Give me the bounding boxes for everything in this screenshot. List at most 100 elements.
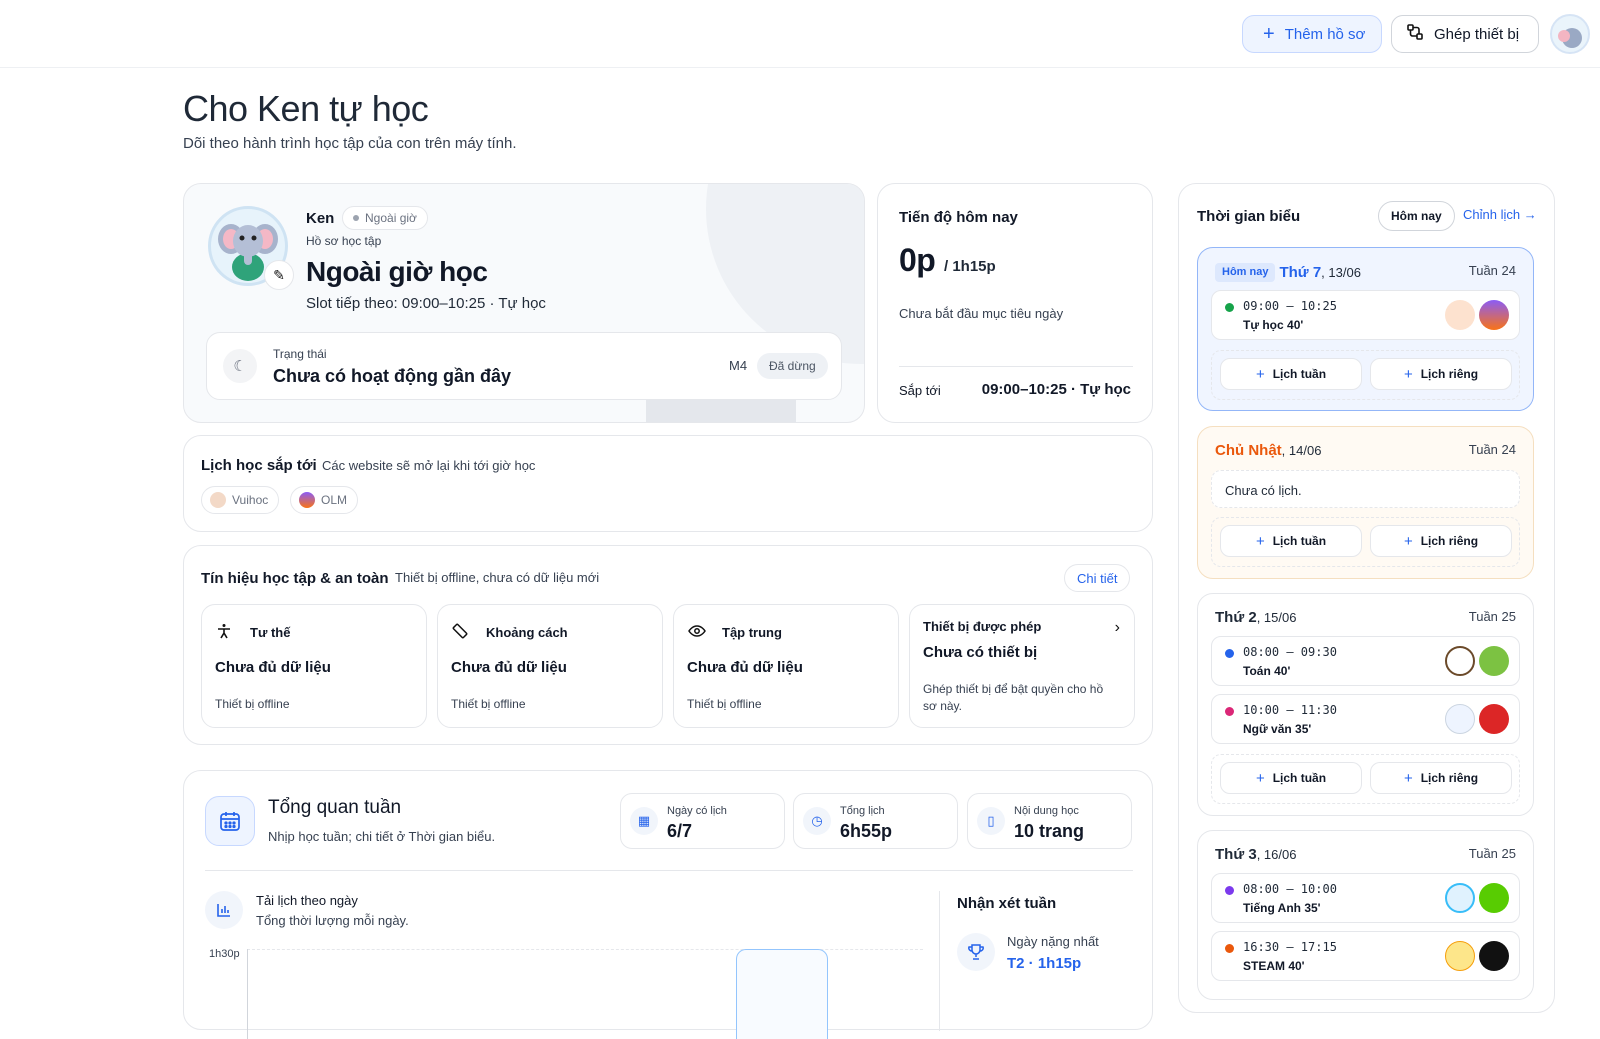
schedule-slot[interactable]: 16:30 – 17:15 STEAM 40' (1211, 931, 1520, 981)
add-week-schedule-button[interactable]: + Lịch tuần (1220, 358, 1362, 390)
ruler-icon (452, 623, 468, 643)
schedule-slot[interactable]: 09:00 – 10:25 Tự học 40' (1211, 290, 1520, 340)
heaviest-value: T2 · 1h15p (1007, 955, 1082, 972)
steam-app-logo-icon (1479, 941, 1509, 971)
device-state-badge: Đã dừng (757, 353, 828, 379)
plus-icon: + (1403, 769, 1413, 787)
moon-icon: ☾ (223, 349, 257, 383)
slot-time: 10:00 – 11:30 (1243, 703, 1337, 717)
page-subtitle: Dõi theo hành trình học tập của con trên… (183, 135, 517, 152)
status-box: ☾ Trạng thái Chưa có hoạt động gần đây M… (206, 332, 842, 400)
today-tag: Hôm nay (1215, 263, 1276, 282)
week-label: Tuần 24 (1468, 263, 1516, 278)
review-title: Nhận xét tuần (957, 895, 1057, 912)
pair-device-label: Ghép thiết bị (1434, 25, 1520, 43)
stat-label: Tổng lịch (840, 805, 885, 817)
schedule-slot[interactable]: 08:00 – 10:00 Tiếng Anh 35' (1211, 873, 1520, 923)
day-header: Thứ 2, 15/06 (1215, 609, 1296, 626)
allowed-devices-card[interactable]: Thiết bị được phép › Chưa có thiết bị Gh… (909, 604, 1135, 728)
math-site-logo-icon (1445, 646, 1475, 676)
slot-time: 08:00 – 10:00 (1243, 882, 1337, 896)
add-profile-button[interactable]: + Thêm hồ sơ (1242, 15, 1382, 53)
calendar-icon (205, 796, 255, 846)
add-week-schedule-button[interactable]: + Lịch tuần (1220, 762, 1362, 794)
day-card-today: Hôm nay Thứ 7, 13/06 Tuần 24 09:00 – 10:2… (1197, 247, 1534, 411)
profile-name: Ken (306, 210, 335, 227)
upcoming-schedule-card: Lịch học sắp tới Các website sẽ mở lại k… (183, 435, 1153, 532)
edit-avatar-icon[interactable]: ✎ (264, 260, 294, 290)
stat-label: Nội dung học (1014, 805, 1079, 817)
profile-card: ✎ Ken Ngoài giờ Hồ sơ học tập Ngoài giờ … (183, 183, 865, 423)
page-title: Cho Ken tự học (183, 88, 429, 129)
detail-button[interactable]: Chi tiết (1064, 564, 1131, 592)
slot-subject: Tiếng Anh 35' (1243, 901, 1321, 915)
mode-title: Ngoài giờ học (306, 256, 488, 287)
add-schedule-row: + Lịch tuần + Lịch riêng (1211, 754, 1520, 804)
site-chip-olm[interactable]: OLM (290, 486, 359, 514)
add-week-label: Lịch tuần (1272, 771, 1327, 785)
focus-card[interactable]: Tập trung Chưa đủ dữ liệu Thiết bị offli… (673, 604, 899, 728)
schedule-slot[interactable]: 08:00 – 09:30 Toán 40' (1211, 636, 1520, 686)
decorative-bar (646, 400, 796, 422)
slot-color-dot (1225, 707, 1234, 716)
upcoming-subtitle: Các website sẽ mở lại khi tới giờ học (322, 458, 536, 473)
slot-time: 16:30 – 17:15 (1243, 940, 1337, 954)
y-tick-label: 1h30p (209, 948, 240, 960)
add-private-label: Lịch riêng (1420, 534, 1479, 548)
slot-subject: Ngữ văn 35' (1243, 722, 1312, 736)
site-chip-vuihoc[interactable]: Vuihoc (201, 486, 280, 514)
site-chip-label: OLM (321, 493, 348, 507)
slot-subject: Toán 40' (1243, 664, 1291, 678)
add-profile-label: Thêm hồ sơ (1284, 25, 1366, 43)
add-week-label: Lịch tuần (1272, 534, 1327, 548)
add-private-label: Lịch riêng (1420, 771, 1479, 785)
edit-schedule-link[interactable]: Chỉnh lịch → (1463, 207, 1537, 222)
card-label: Tư thế (250, 625, 291, 640)
timetable-panel: Thời gian biểu Hôm nay Chỉnh lịch → Hôm … (1178, 183, 1555, 1013)
device-code: M4 (729, 358, 748, 373)
chart-bar[interactable] (736, 949, 828, 1039)
day-name: Chủ Nhật (1215, 442, 1282, 459)
devices-value: Chưa có thiết bị (923, 644, 1038, 661)
day-name: Thứ 2 (1215, 609, 1257, 626)
stat-content: ▯ Nội dung học 10 trang (967, 793, 1132, 849)
plus-icon: + (1255, 769, 1265, 787)
account-avatar[interactable] (1550, 14, 1590, 54)
load-subtitle: Tổng thời lượng mỗi ngày. (256, 913, 409, 928)
weekly-title: Tổng quan tuần (268, 797, 402, 818)
pair-device-button[interactable]: Ghép thiết bị (1391, 15, 1539, 53)
site-chip-label: Vuihoc (232, 493, 269, 507)
day-date: , 14/06 (1281, 443, 1322, 458)
day-card-monday: Thứ 2, 15/06 Tuần 25 08:00 – 09:30 Toán … (1197, 593, 1534, 816)
weekly-subtitle: Nhịp học tuần; chi tiết ở Thời gian biểu… (268, 829, 496, 844)
day-date: , 15/06 (1256, 610, 1297, 625)
duolingo-logo-icon (1479, 883, 1509, 913)
slot-color-dot (1225, 649, 1234, 658)
progress-note: Chưa bắt đầu mục tiêu ngày (899, 306, 1064, 321)
card-label: Khoảng cách (486, 625, 568, 640)
olm-logo-icon (299, 492, 315, 508)
add-private-schedule-button[interactable]: + Lịch riêng (1370, 358, 1512, 390)
posture-card[interactable]: Tư thế Chưa đủ dữ liệu Thiết bị offline (201, 604, 427, 728)
slot-color-dot (1225, 944, 1234, 953)
day-date: , 16/06 (1256, 847, 1297, 862)
card-note: Thiết bị offline (215, 697, 290, 711)
card-value: Chưa đủ dữ liệu (687, 659, 803, 676)
add-week-schedule-button[interactable]: + Lịch tuần (1220, 525, 1362, 557)
stat-value: 6/7 (667, 821, 693, 841)
progress-title: Tiến độ hôm nay (899, 209, 1018, 226)
distance-card[interactable]: Khoảng cách Chưa đủ dữ liệu Thiết bị off… (437, 604, 663, 728)
stat-label: Ngày có lịch (667, 805, 727, 817)
today-button[interactable]: Hôm nay (1378, 201, 1455, 231)
trophy-icon (957, 933, 995, 971)
card-note: Thiết bị offline (451, 697, 526, 711)
schedule-slot[interactable]: 10:00 – 11:30 Ngữ văn 35' (1211, 694, 1520, 744)
add-private-schedule-button[interactable]: + Lịch riêng (1370, 525, 1512, 557)
calendar-icon: ▦ (630, 807, 658, 835)
slot-subject: Tự học 40' (1243, 318, 1304, 332)
add-private-schedule-button[interactable]: + Lịch riêng (1370, 762, 1512, 794)
slot-subject: STEAM 40' (1243, 959, 1305, 973)
stat-value: 10 trang (1014, 821, 1085, 841)
link-devices-icon (1406, 23, 1424, 45)
add-private-label: Lịch riêng (1420, 367, 1479, 381)
